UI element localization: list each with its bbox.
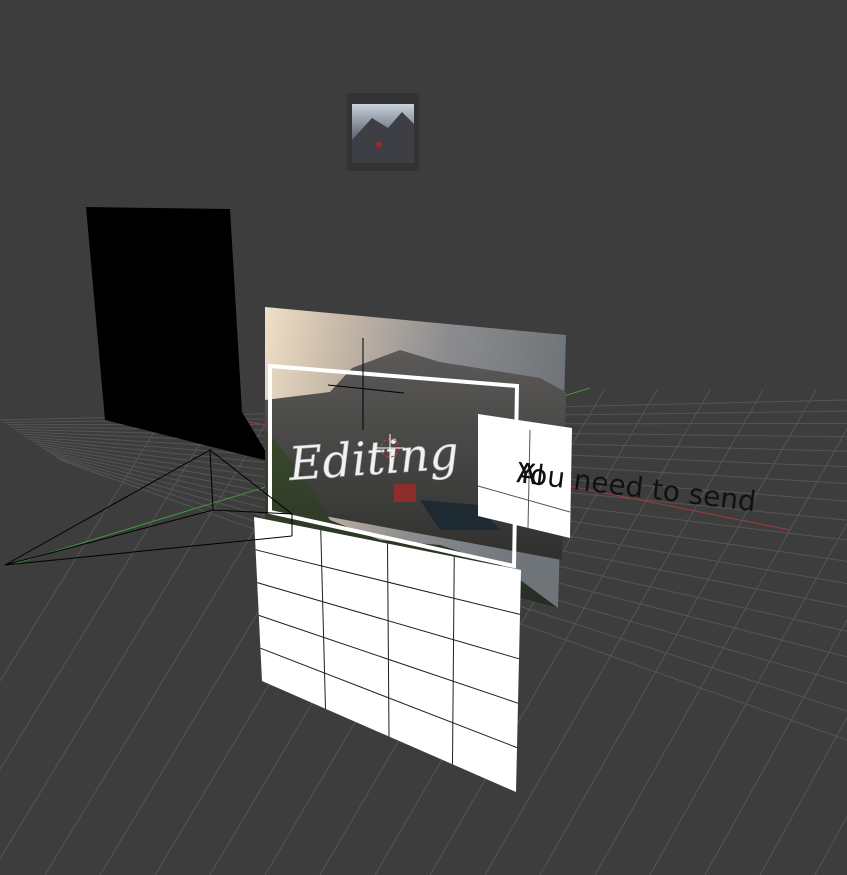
viewport-scene[interactable]: Editing Al You need to send: [0, 0, 847, 875]
grid-line: [814, 815, 847, 875]
shadow-plane[interactable]: [86, 207, 272, 462]
grid-line: [704, 618, 847, 875]
grid-line: [759, 716, 847, 875]
grid-line: [0, 389, 181, 682]
thumbnail-panel[interactable]: [347, 93, 419, 171]
image-house: [394, 484, 416, 502]
thumbnail-house: [376, 142, 382, 147]
grid-line: [539, 389, 817, 875]
grid-line: [0, 389, 287, 860]
3d-viewport[interactable]: Editing Al You need to send: [0, 0, 847, 875]
